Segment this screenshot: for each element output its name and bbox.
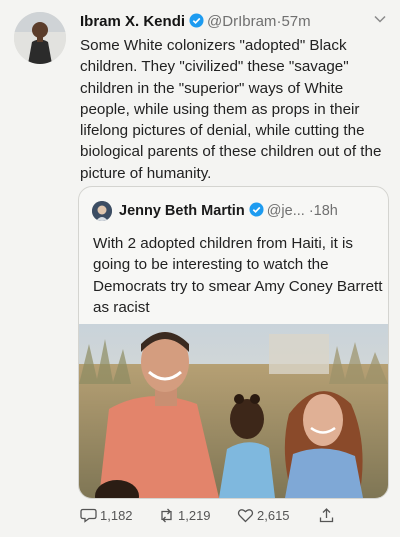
quoted-tweet-time[interactable]: 18h	[314, 203, 338, 219]
quoted-tweet-photo[interactable]	[79, 324, 388, 498]
share-icon	[319, 508, 334, 523]
quoted-author-name[interactable]: Jenny Beth Martin	[119, 203, 245, 219]
retweet-button[interactable]: 1,219	[158, 508, 211, 523]
tweet-text: Some White colonizers "adopted" Black ch…	[80, 37, 382, 182]
quoted-author-avatar[interactable]	[92, 201, 112, 221]
share-button[interactable]	[318, 508, 338, 523]
quoted-tweet-text: With 2 adopted children from Haiti, it i…	[93, 235, 383, 316]
quoted-tweet[interactable]: Jenny Beth Martin @je... ·18h With 2 adop…	[78, 186, 389, 499]
tweet-time[interactable]: 57m	[281, 13, 310, 30]
tweet[interactable]: Ibram X. Kendi @DrIbram·57m Some White co…	[0, 0, 400, 537]
tweet-header: Ibram X. Kendi @DrIbram·57m	[80, 13, 380, 30]
retweet-icon	[161, 508, 172, 523]
chevron-down-icon[interactable]	[374, 14, 386, 24]
quoted-author-handle[interactable]: @je...	[267, 203, 305, 219]
verified-badge-icon	[189, 13, 204, 28]
like-button[interactable]: 2,615	[237, 508, 290, 523]
author-name[interactable]: Ibram X. Kendi	[80, 13, 185, 30]
like-count: 2,615	[257, 508, 290, 523]
author-handle[interactable]: @DrIbram	[207, 13, 276, 30]
reply-count: 1,182	[100, 508, 133, 523]
tweet-actions: 1,182 1,219 2,615	[80, 508, 380, 528]
verified-badge-icon	[249, 202, 264, 217]
reply-button[interactable]: 1,182	[80, 508, 133, 523]
quoted-tweet-header: Jenny Beth Martin @je... ·18h	[119, 202, 380, 219]
author-avatar[interactable]	[14, 12, 66, 64]
reply-icon	[80, 508, 97, 523]
like-icon	[237, 509, 254, 523]
retweet-count: 1,219	[178, 508, 211, 523]
